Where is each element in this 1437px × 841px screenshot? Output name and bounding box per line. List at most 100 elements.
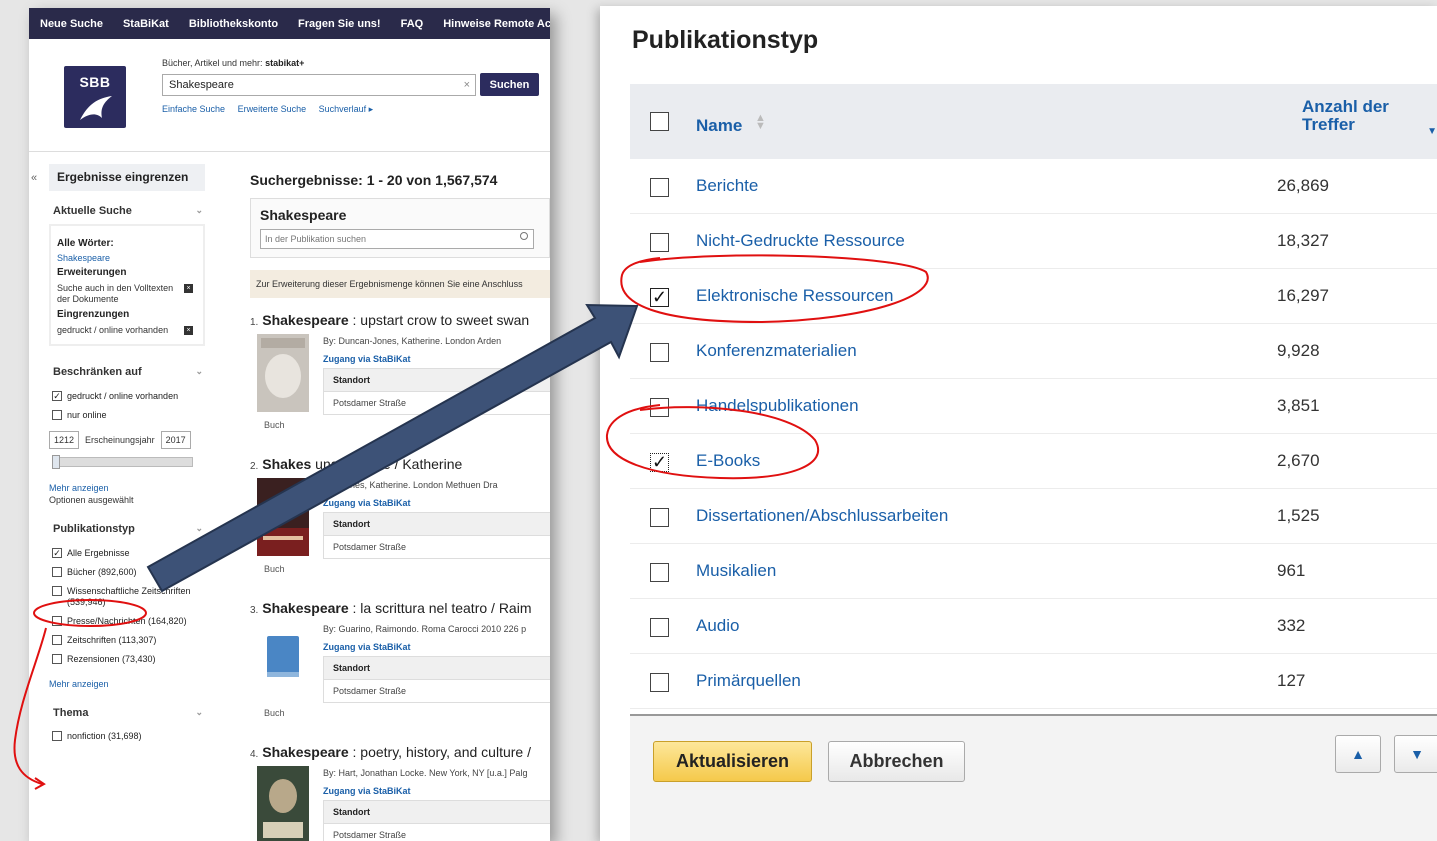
book-cover-image[interactable] <box>257 478 309 556</box>
result-title-main[interactable]: Shakespeare <box>262 600 348 616</box>
year-from-input[interactable]: 1212 <box>49 431 80 449</box>
nav-remote[interactable]: Hinweise Remote Acc <box>443 18 550 30</box>
row-name[interactable]: Dissertationen/Abschlussarbeiten <box>696 506 948 526</box>
row-checkbox[interactable]: ✓ <box>650 288 669 307</box>
row-name[interactable]: Berichte <box>696 176 758 196</box>
row-name[interactable]: Handelspublikationen <box>696 396 859 416</box>
scroll-down-button[interactable]: ▼ <box>1394 735 1437 773</box>
remove-icon[interactable]: × <box>184 284 193 293</box>
current-search-header[interactable]: Aktuelle Suche ⌄ <box>49 205 205 217</box>
table-row[interactable]: Nicht-Gedruckte Ressource 18,327 <box>630 214 1437 269</box>
row-checkbox[interactable]: ✓ <box>650 453 669 472</box>
nav-stabikat[interactable]: StaBiKat <box>123 18 169 30</box>
row-checkbox[interactable] <box>650 673 669 692</box>
result-title-main[interactable]: Shakespeare <box>262 744 348 760</box>
result-subtitle[interactable]: ungentle life / Katherine <box>311 456 462 472</box>
pubtype-more-link[interactable]: Mehr anzeigen <box>49 679 205 689</box>
collapse-sidebar-icon[interactable]: « <box>31 172 37 184</box>
checkbox-icon[interactable] <box>52 635 62 645</box>
pubtype-item[interactable]: ✓ Alle Ergebnisse <box>49 548 205 559</box>
row-checkbox[interactable] <box>650 233 669 252</box>
checkbox-icon[interactable] <box>52 410 62 420</box>
cancel-button[interactable]: Abbrechen <box>828 741 965 782</box>
search-input[interactable]: Shakespeare × <box>162 74 476 96</box>
pubtype-item[interactable]: Presse/Nachrichten (164,820) <box>49 616 205 627</box>
table-row[interactable]: ✓ E-Books 2,670 <box>630 434 1437 489</box>
table-row[interactable]: Konferenzmaterialien 9,928 <box>630 324 1437 379</box>
checkbox-icon[interactable] <box>52 616 62 626</box>
row-name[interactable]: Primärquellen <box>696 671 801 691</box>
table-row[interactable]: Berichte 26,869 <box>630 159 1437 214</box>
checkbox-icon[interactable]: ✓ <box>52 548 62 558</box>
clear-icon[interactable]: × <box>464 79 470 91</box>
pubtype-item[interactable]: Zeitschriften (113,307) <box>49 635 205 646</box>
row-name[interactable]: Elektronische Ressourcen <box>696 286 893 306</box>
row-name[interactable]: Musikalien <box>696 561 776 581</box>
table-row[interactable]: Primärquellen 127 <box>630 654 1437 709</box>
checkbox-icon[interactable]: ✓ <box>52 391 62 401</box>
row-name[interactable]: E-Books <box>696 451 760 471</box>
result-title[interactable]: 3. Shakespeare : la scrittura nel teatro… <box>250 600 550 616</box>
year-slider[interactable] <box>52 455 193 469</box>
book-cover-image[interactable] <box>257 766 309 841</box>
result-access-link[interactable]: Zugang via StaBiKat <box>323 498 411 508</box>
select-all-checkbox[interactable] <box>650 112 669 131</box>
update-button[interactable]: Aktualisieren <box>653 741 812 782</box>
row-checkbox[interactable] <box>650 398 669 417</box>
row-checkbox[interactable] <box>650 563 669 582</box>
pubtype-item[interactable]: Rezensionen (73,430) <box>49 654 205 665</box>
nav-bibliothekskonto[interactable]: Bibliothekskonto <box>189 18 278 30</box>
slider-handle[interactable] <box>52 455 60 469</box>
checkbox-icon[interactable] <box>52 654 62 664</box>
result-title[interactable]: 1. Shakespeare : upstart crow to sweet s… <box>250 312 550 328</box>
table-row[interactable]: Musikalien 961 <box>630 544 1437 599</box>
search-button[interactable]: Suchen <box>480 73 539 96</box>
row-name[interactable]: Konferenzmaterialien <box>696 341 857 361</box>
nav-faq[interactable]: FAQ <box>401 18 424 30</box>
sort-icon[interactable]: ▲ ▼ <box>755 113 766 132</box>
restrict-header[interactable]: Beschränken auf ⌄ <box>49 366 205 378</box>
pubtype-header[interactable]: Publikationstyp ⌄ <box>49 523 205 535</box>
checkbox-icon[interactable] <box>52 567 62 577</box>
book-icon[interactable] <box>257 622 309 700</box>
result-access-link[interactable]: Zugang via StaBiKat <box>323 642 411 652</box>
row-name[interactable]: Nicht-Gedruckte Ressource <box>696 231 905 251</box>
table-row[interactable]: Handelspublikationen 3,851 <box>630 379 1437 434</box>
row-checkbox[interactable] <box>650 618 669 637</box>
remove-icon[interactable]: × <box>184 326 193 335</box>
table-row[interactable]: Dissertationen/Abschlussarbeiten 1,525 <box>630 489 1437 544</box>
nav-neue-suche[interactable]: Neue Suche <box>40 18 103 30</box>
pubtype-item[interactable]: Bücher (892,600) <box>49 567 205 578</box>
checkbox-icon[interactable] <box>52 731 62 741</box>
column-count-header[interactable]: Anzahl der Treffer <box>1302 98 1389 134</box>
sbb-logo[interactable]: SBB <box>64 66 126 128</box>
result-title-main[interactable]: Shakespeare <box>262 312 348 328</box>
sort-desc-icon[interactable]: ▼ <box>1427 126 1437 137</box>
result-title[interactable]: 4. Shakespeare : poetry, history, and cu… <box>250 744 550 760</box>
link-erweiterte-suche[interactable]: Erweiterte Suche <box>238 104 307 114</box>
restrict-option-printed[interactable]: ✓ gedruckt / online vorhanden <box>49 391 205 402</box>
result-title-main[interactable]: Shakes <box>262 456 311 472</box>
result-access-link[interactable]: Zugang via StaBiKat <box>323 786 411 796</box>
table-row[interactable]: ✓ Elektronische Ressourcen 16,297 <box>630 269 1437 324</box>
publication-search-input[interactable]: In der Publikation suchen <box>260 229 534 249</box>
result-subtitle[interactable]: : upstart crow to sweet swan <box>349 312 530 328</box>
thema-item[interactable]: nonfiction (31,698) <box>49 731 205 742</box>
column-name-header[interactable]: Name <box>696 116 742 136</box>
result-title[interactable]: 2. Shakes ungentle life / Katherine <box>250 456 550 472</box>
search-icon[interactable] <box>520 232 528 240</box>
result-subtitle[interactable]: : poetry, history, and culture / <box>349 744 531 760</box>
link-einfache-suche[interactable]: Einfache Suche <box>162 104 225 114</box>
restrict-more-link[interactable]: Mehr anzeigen <box>49 483 205 493</box>
thema-header[interactable]: Thema ⌄ <box>49 707 205 719</box>
scroll-up-button[interactable]: ▲ <box>1335 735 1381 773</box>
restrict-option-online[interactable]: nur online <box>49 410 205 421</box>
row-checkbox[interactable] <box>650 178 669 197</box>
pubtype-item[interactable]: Wissenschaftliche Zeitschriften (539,946… <box>49 586 205 608</box>
row-checkbox[interactable] <box>650 343 669 362</box>
all-words-value[interactable]: Shakespeare <box>57 253 197 263</box>
table-row[interactable]: Audio 332 <box>630 599 1437 654</box>
row-checkbox[interactable] <box>650 508 669 527</box>
book-cover-image[interactable] <box>257 334 309 412</box>
link-suchverlauf[interactable]: Suchverlauf ▸ <box>319 104 374 114</box>
